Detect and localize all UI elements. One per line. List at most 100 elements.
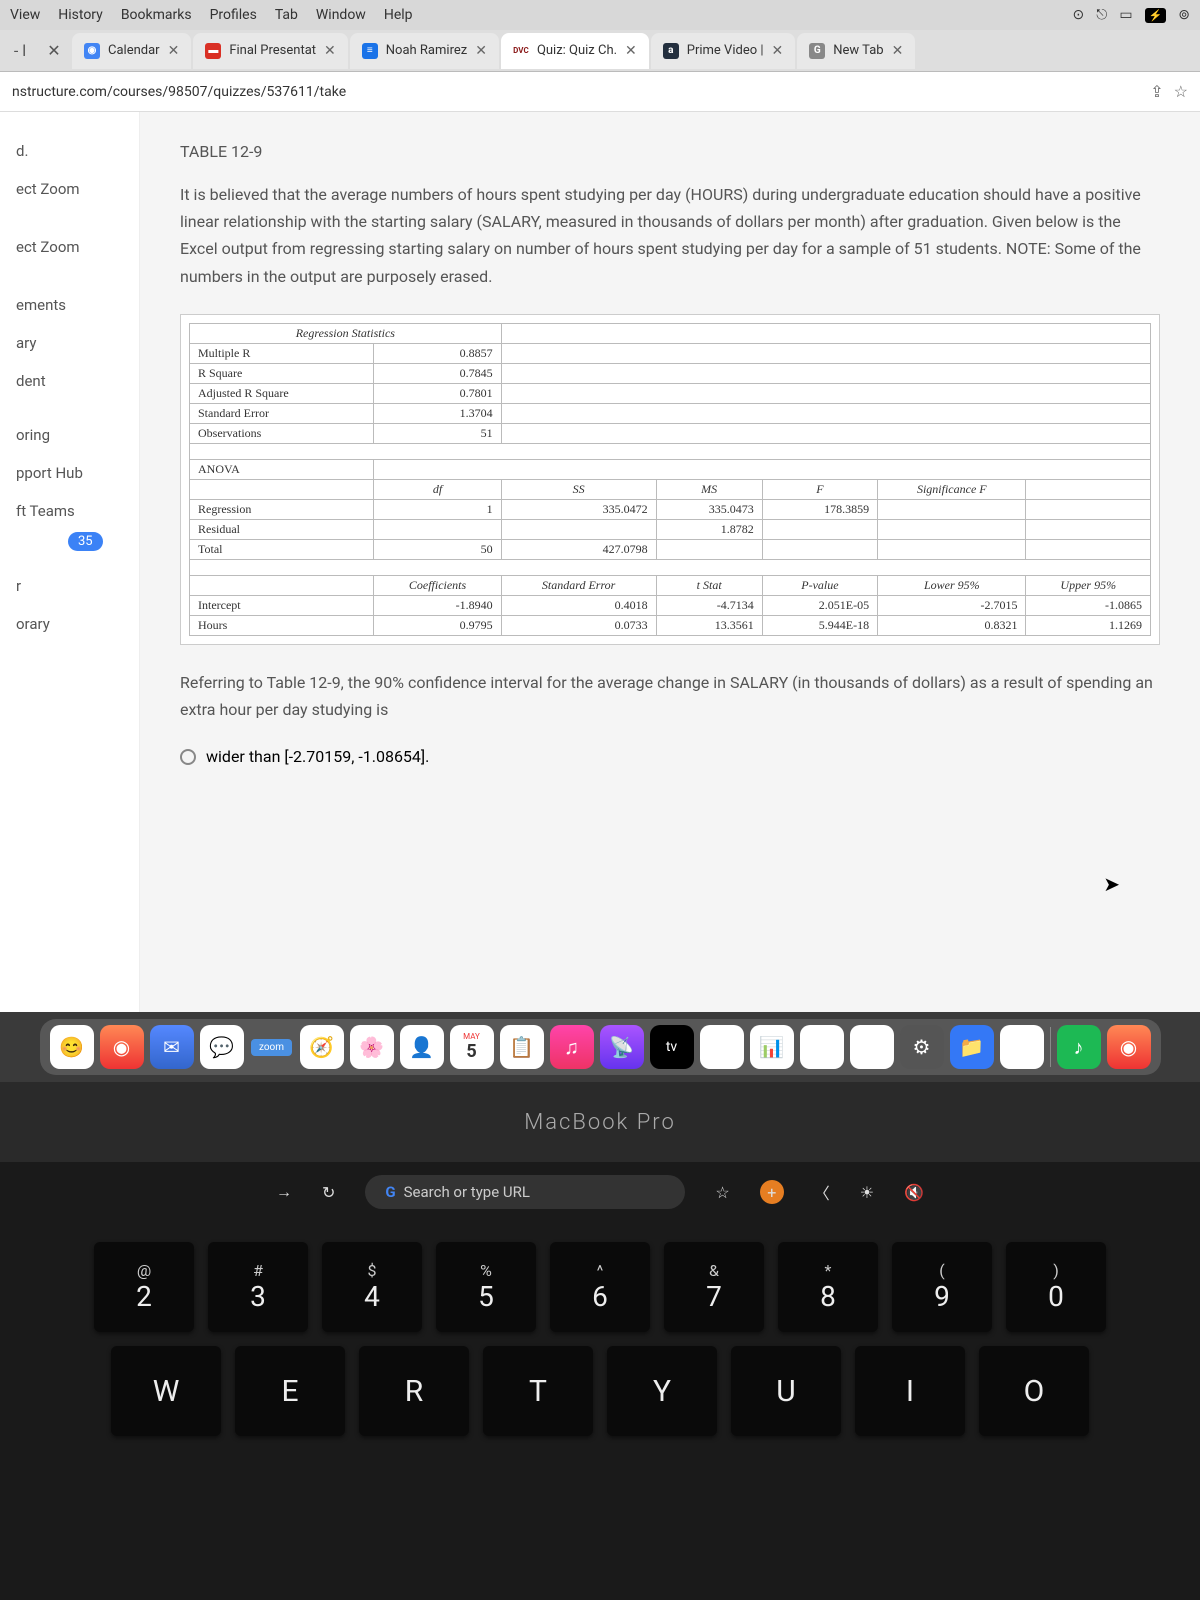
tb-back-icon[interactable]: 〈	[814, 1180, 830, 1204]
sidebar-item[interactable]: ements	[0, 286, 139, 324]
google-g-icon: G	[385, 1183, 395, 1201]
bluetooth-icon[interactable]: ⎋	[1096, 7, 1107, 23]
chrome-icon[interactable]: ◉	[100, 1025, 144, 1069]
tb-forward-icon[interactable]: →	[276, 1182, 292, 1202]
tab-label: New Tab	[833, 43, 883, 58]
tb-search-text: Search or type URL	[404, 1183, 530, 1201]
finder-icon[interactable]: 😊	[50, 1025, 94, 1069]
menu-item[interactable]: Tab	[275, 7, 298, 23]
tab-label: Quiz: Quiz Ch.	[537, 43, 617, 58]
sidebar-item[interactable]: ary	[0, 324, 139, 362]
tb-volume-icon[interactable]: 🔇	[904, 1183, 924, 1202]
key-W[interactable]: W	[111, 1346, 221, 1436]
tab-presentation[interactable]: ▬ Final Presentat ✕	[193, 33, 347, 69]
tab-calendar[interactable]: ◉ Calendar ✕	[72, 33, 191, 69]
sidebar-item[interactable]: pport Hub	[0, 454, 139, 492]
star-icon[interactable]: ☆	[1174, 82, 1188, 101]
tv-icon[interactable]: tv	[650, 1025, 694, 1069]
settings-icon[interactable]: ⚙	[900, 1025, 944, 1069]
excel-output: Regression Statistics Multiple R0.8857 R…	[180, 314, 1160, 645]
key-T[interactable]: T	[483, 1346, 593, 1436]
messages-icon[interactable]: 💬	[200, 1025, 244, 1069]
record-icon[interactable]: ⊙	[1073, 7, 1085, 23]
key-Y[interactable]: Y	[607, 1346, 717, 1436]
chrome2-icon[interactable]: ◉	[1107, 1025, 1151, 1069]
share-icon[interactable]: ⇪	[1150, 82, 1163, 101]
sidebar-item[interactable]: r	[0, 567, 139, 605]
numbers-icon[interactable]: 📊	[750, 1025, 794, 1069]
music-icon[interactable]: ♫	[550, 1025, 594, 1069]
close-icon[interactable]: ✕	[475, 43, 487, 59]
dock-area: 😊 ◉ ✉ 💬 zoom 🧭 🌸 👤 MAY 5 📋 ♫ 📡 tv N 📊 📽 …	[0, 1012, 1200, 1082]
table-title: TABLE 12-9	[180, 142, 1160, 161]
key-O[interactable]: O	[979, 1346, 1089, 1436]
close-icon[interactable]: ✕	[324, 43, 336, 59]
sidebar-item[interactable]: orary	[0, 605, 139, 643]
key-8[interactable]: *8	[778, 1242, 878, 1332]
menu-item[interactable]: Profiles	[210, 7, 257, 23]
key-7[interactable]: &7	[664, 1242, 764, 1332]
keynote-icon[interactable]: 📽	[800, 1025, 844, 1069]
tab-close-first[interactable]: ✕	[38, 35, 70, 67]
key-5[interactable]: %5	[436, 1242, 536, 1332]
doc-icon: ≡	[362, 43, 378, 59]
url-bar[interactable]: nstructure.com/courses/98507/quizzes/537…	[0, 72, 1200, 112]
menu-item[interactable]: History	[58, 7, 103, 23]
contacts-icon[interactable]: 👤	[400, 1025, 444, 1069]
tb-star-icon[interactable]: ☆	[715, 1183, 729, 1202]
mail-icon[interactable]: ✉	[150, 1025, 194, 1069]
close-icon[interactable]: ✕	[625, 43, 637, 59]
key-I[interactable]: I	[855, 1346, 965, 1436]
sidebar-item[interactable]: dent	[0, 362, 139, 400]
sidebar-item[interactable]: oring	[0, 416, 139, 454]
zoom-icon[interactable]: zoom	[250, 1025, 294, 1069]
tb-refresh-icon[interactable]: ↻	[322, 1183, 335, 1202]
calendar-icon[interactable]: MAY 5	[450, 1025, 494, 1069]
tab-quiz-active[interactable]: DVC Quiz: Quiz Ch. ✕	[501, 33, 649, 69]
key-9[interactable]: (9	[892, 1242, 992, 1332]
safari-icon[interactable]: 🧭	[300, 1025, 344, 1069]
key-U[interactable]: U	[731, 1346, 841, 1436]
podcasts-icon[interactable]: 📡	[600, 1025, 644, 1069]
menu-item[interactable]: Bookmarks	[121, 7, 192, 23]
close-icon[interactable]: ✕	[892, 43, 904, 59]
menu-item[interactable]: Window	[316, 7, 366, 23]
tab-noah[interactable]: ≡ Noah Ramirez ✕	[350, 33, 499, 69]
radio-icon[interactable]	[180, 749, 196, 765]
news-icon[interactable]: N	[700, 1025, 744, 1069]
macos-menubar: View History Bookmarks Profiles Tab Wind…	[0, 0, 1200, 30]
menu-item[interactable]: View	[10, 7, 40, 23]
sidebar-item[interactable]: d.	[0, 132, 139, 170]
appstore-icon[interactable]: A	[850, 1025, 894, 1069]
menu-item[interactable]: Help	[384, 7, 413, 23]
answer-option[interactable]: wider than [-2.70159, -1.08654].	[180, 747, 1160, 766]
close-icon[interactable]: ✕	[168, 43, 180, 59]
sidebar-item[interactable]: ft Teams	[0, 492, 139, 530]
tb-newtab-icon[interactable]: +	[760, 1180, 784, 1204]
photos-icon[interactable]: 🌸	[350, 1025, 394, 1069]
app-icon[interactable]: ◻	[1000, 1025, 1044, 1069]
reminders-icon[interactable]: 📋	[500, 1025, 544, 1069]
key-4[interactable]: $4	[322, 1242, 422, 1332]
sidebar-item[interactable]: ect Zoom	[0, 228, 139, 266]
tab-new[interactable]: G New Tab ✕	[797, 33, 915, 69]
key-E[interactable]: E	[235, 1346, 345, 1436]
key-2[interactable]: @2	[94, 1242, 194, 1332]
sidebar-item[interactable]: ect Zoom	[0, 170, 139, 208]
key-6[interactable]: ^6	[550, 1242, 650, 1332]
key-R[interactable]: R	[359, 1346, 469, 1436]
tb-brightness-icon[interactable]: ☀	[860, 1183, 874, 1202]
nav-back[interactable]: - l	[4, 35, 36, 67]
tb-search[interactable]: G Search or type URL	[365, 1175, 685, 1209]
key-3[interactable]: #3	[208, 1242, 308, 1332]
display-icon[interactable]: ▭	[1119, 7, 1132, 23]
spotify-icon[interactable]: ♪	[1057, 1025, 1101, 1069]
wifi-icon[interactable]: ⊚	[1178, 7, 1190, 23]
tab-prime[interactable]: a Prime Video | ✕	[651, 33, 796, 69]
key-0[interactable]: )0	[1006, 1242, 1106, 1332]
close-icon[interactable]: ✕	[772, 43, 784, 59]
url-text[interactable]: nstructure.com/courses/98507/quizzes/537…	[12, 84, 1138, 100]
folder-icon[interactable]: 📁	[950, 1025, 994, 1069]
battery-icon[interactable]: ⚡	[1145, 8, 1167, 23]
page-content: d. ect Zoom ect Zoom ements ary dent ori…	[0, 112, 1200, 1012]
